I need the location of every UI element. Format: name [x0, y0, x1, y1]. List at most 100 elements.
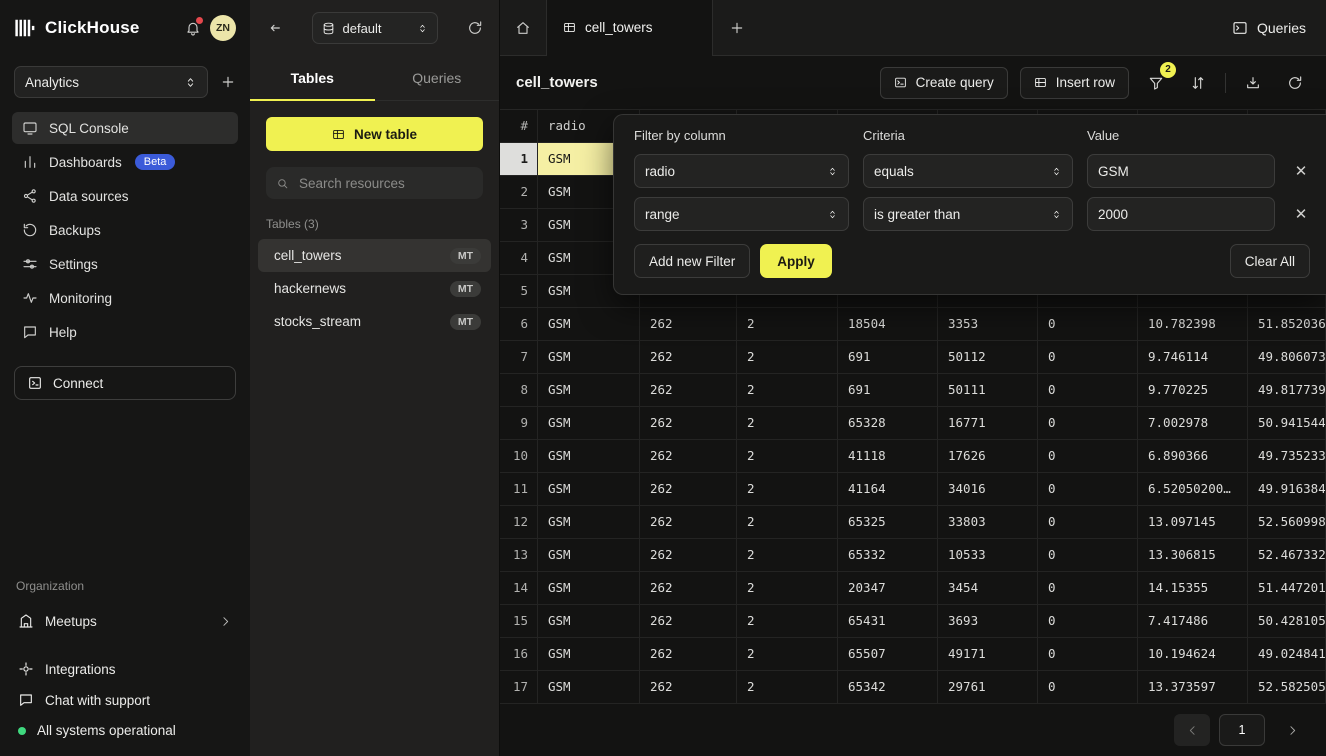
grid-cell[interactable]: 2: [737, 473, 838, 506]
grid-cell[interactable]: 2: [737, 539, 838, 572]
add-workspace-button[interactable]: [220, 74, 236, 90]
integrations-item[interactable]: Integrations: [18, 661, 232, 677]
grid-cell[interactable]: 16771: [938, 407, 1038, 440]
grid-cell[interactable]: 0: [1038, 440, 1138, 473]
apply-filter-button[interactable]: Apply: [760, 244, 832, 278]
row-number-cell[interactable]: 15: [500, 605, 538, 638]
row-number-cell[interactable]: 11: [500, 473, 538, 506]
grid-cell[interactable]: GSM: [538, 506, 640, 539]
sidebar-item-monitoring[interactable]: Monitoring: [12, 282, 238, 314]
grid-cell[interactable]: 0: [1038, 407, 1138, 440]
sidebar-item-help[interactable]: Help: [12, 316, 238, 348]
grid-cell[interactable]: 50.941544: [1248, 407, 1326, 440]
grid-cell[interactable]: 50112: [938, 341, 1038, 374]
remove-filter-button[interactable]: ✕: [1289, 159, 1313, 183]
grid-cell[interactable]: 262: [640, 506, 737, 539]
grid-cell[interactable]: 41164: [838, 473, 938, 506]
grid-cell[interactable]: 9.746114: [1138, 341, 1248, 374]
grid-cell[interactable]: 49.735233: [1248, 440, 1326, 473]
grid-cell[interactable]: GSM: [538, 440, 640, 473]
grid-cell[interactable]: 51.447201: [1248, 572, 1326, 605]
grid-cell[interactable]: GSM: [538, 374, 640, 407]
grid-cell[interactable]: 29761: [938, 671, 1038, 704]
grid-cell[interactable]: 65328: [838, 407, 938, 440]
filter-value-input[interactable]: [1087, 197, 1275, 231]
grid-cell[interactable]: GSM: [538, 308, 640, 341]
grid-cell[interactable]: 33803: [938, 506, 1038, 539]
row-number-cell[interactable]: 10: [500, 440, 538, 473]
grid-cell[interactable]: GSM: [538, 539, 640, 572]
row-number-cell[interactable]: 8: [500, 374, 538, 407]
grid-cell[interactable]: 13.373597: [1138, 671, 1248, 704]
prev-page-button[interactable]: [1174, 714, 1210, 746]
grid-cell[interactable]: 65431: [838, 605, 938, 638]
sidebar-item-meetups[interactable]: Meetups: [12, 603, 238, 639]
filter-value-input[interactable]: [1087, 154, 1275, 188]
grid-cell[interactable]: 65342: [838, 671, 938, 704]
grid-cell[interactable]: 262: [640, 308, 737, 341]
grid-cell[interactable]: 65332: [838, 539, 938, 572]
grid-cell[interactable]: 2: [737, 671, 838, 704]
grid-cell[interactable]: 3693: [938, 605, 1038, 638]
sidebar-item-settings[interactable]: Settings: [12, 248, 238, 280]
filter-column-select[interactable]: radio: [634, 154, 849, 188]
grid-cell[interactable]: 6.52050200…: [1138, 473, 1248, 506]
grid-cell[interactable]: 3353: [938, 308, 1038, 341]
grid-cell[interactable]: 41118: [838, 440, 938, 473]
sidebar-item-backups[interactable]: Backups: [12, 214, 238, 246]
grid-cell[interactable]: 0: [1038, 671, 1138, 704]
grid-cell[interactable]: 7.002978: [1138, 407, 1248, 440]
tab-tables[interactable]: Tables: [250, 56, 375, 101]
table-list-item[interactable]: hackernews MT: [258, 272, 491, 305]
new-table-button[interactable]: New table: [266, 117, 483, 151]
tab-queries[interactable]: Queries: [375, 56, 500, 101]
refresh-tables-button[interactable]: [467, 20, 483, 36]
filter-button[interactable]: 2: [1141, 68, 1171, 98]
grid-cell[interactable]: 65325: [838, 506, 938, 539]
grid-cell[interactable]: 49.024841: [1248, 638, 1326, 671]
grid-cell[interactable]: 262: [640, 341, 737, 374]
grid-cell[interactable]: GSM: [538, 341, 640, 374]
row-number-cell[interactable]: 3: [500, 209, 538, 242]
database-select[interactable]: default: [312, 12, 438, 44]
sidebar-item-dashboards[interactable]: Dashboards Beta: [12, 146, 238, 178]
grid-cell[interactable]: 0: [1038, 506, 1138, 539]
grid-cell[interactable]: 49.916384: [1248, 473, 1326, 506]
grid-cell[interactable]: GSM: [538, 671, 640, 704]
sidebar-item-sql-console[interactable]: SQL Console: [12, 112, 238, 144]
grid-cell[interactable]: 50.428105: [1248, 605, 1326, 638]
grid-cell[interactable]: 3454: [938, 572, 1038, 605]
notifications-button[interactable]: [185, 20, 201, 36]
grid-cell[interactable]: 691: [838, 341, 938, 374]
grid-cell[interactable]: 0: [1038, 605, 1138, 638]
grid-cell[interactable]: 6.890366: [1138, 440, 1248, 473]
grid-cell[interactable]: GSM: [538, 605, 640, 638]
grid-cell[interactable]: 0: [1038, 638, 1138, 671]
grid-cell[interactable]: 52.4673325: [1248, 539, 1326, 572]
remove-filter-button[interactable]: ✕: [1289, 202, 1313, 226]
grid-cell[interactable]: 65507: [838, 638, 938, 671]
sort-button[interactable]: [1183, 68, 1213, 98]
grid-cell[interactable]: 10.782398: [1138, 308, 1248, 341]
row-number-cell[interactable]: 4: [500, 242, 538, 275]
grid-cell[interactable]: 49171: [938, 638, 1038, 671]
table-list-item[interactable]: stocks_stream MT: [258, 305, 491, 338]
grid-cell[interactable]: 13.306815: [1138, 539, 1248, 572]
grid-cell[interactable]: 52.582505: [1248, 671, 1326, 704]
grid-cell[interactable]: 34016: [938, 473, 1038, 506]
filter-criteria-select[interactable]: equals: [863, 154, 1073, 188]
grid-cell[interactable]: 2: [737, 440, 838, 473]
grid-cell[interactable]: 52.560998: [1248, 506, 1326, 539]
grid-cell[interactable]: 691: [838, 374, 938, 407]
row-number-cell[interactable]: 1: [500, 143, 538, 176]
grid-cell[interactable]: 2: [737, 407, 838, 440]
grid-cell[interactable]: 10533: [938, 539, 1038, 572]
grid-cell[interactable]: GSM: [538, 407, 640, 440]
grid-cell[interactable]: 0: [1038, 473, 1138, 506]
grid-cell[interactable]: 2: [737, 506, 838, 539]
grid-cell[interactable]: 262: [640, 572, 737, 605]
grid-cell[interactable]: 17626: [938, 440, 1038, 473]
add-filter-button[interactable]: Add new Filter: [634, 244, 750, 278]
insert-row-button[interactable]: Insert row: [1020, 67, 1129, 99]
grid-cell[interactable]: 262: [640, 374, 737, 407]
